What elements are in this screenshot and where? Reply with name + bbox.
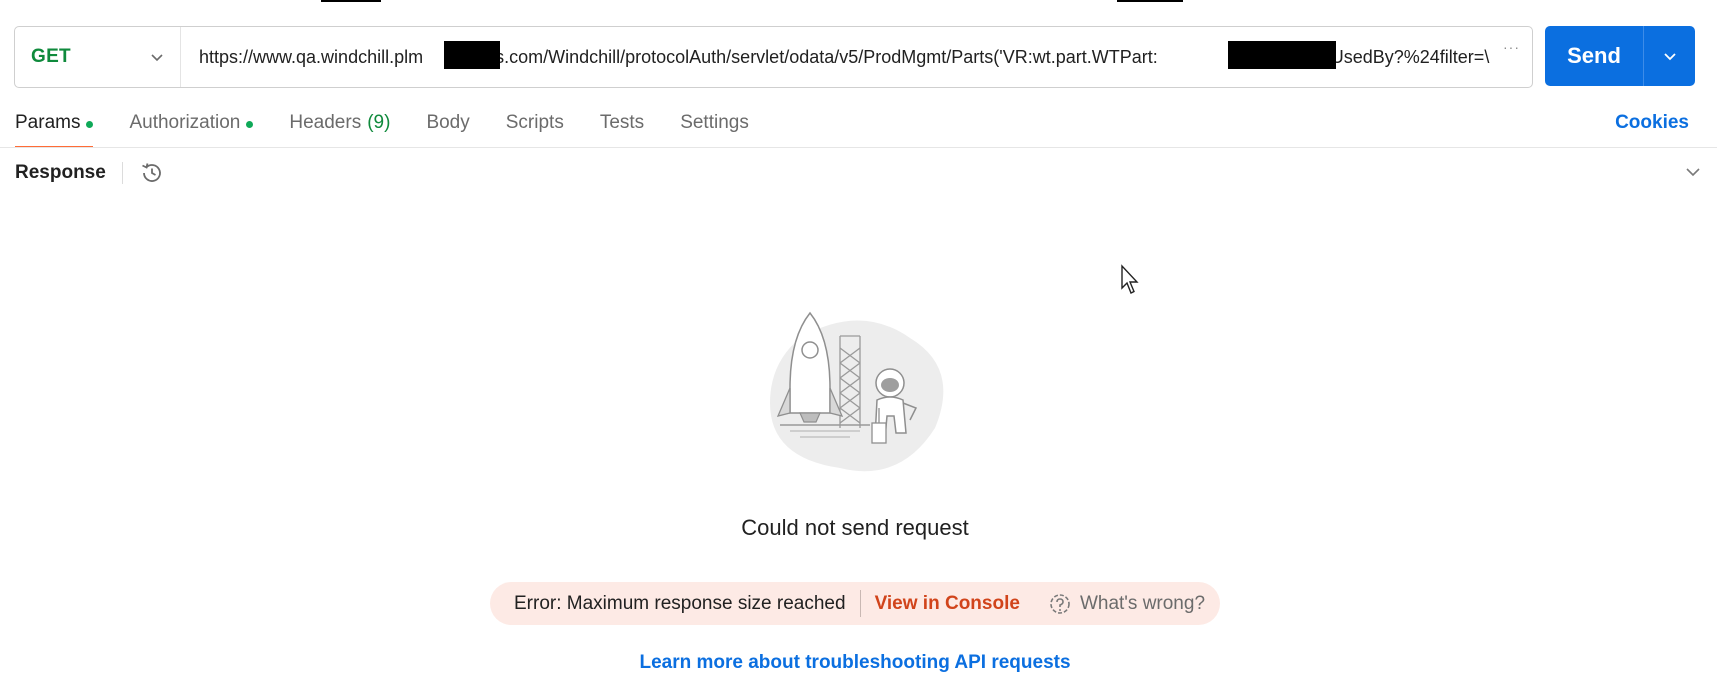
divider [859,590,861,617]
tab-label: Tests [599,112,645,133]
tab-label: Body [426,112,470,133]
whats-wrong-icon [1050,593,1070,614]
whats-wrong-label: What's wrong? [1079,592,1206,614]
url-input[interactable]: https://www.qa.windchill.plm s.com/Windc… [181,27,1532,87]
history-icon[interactable] [139,160,165,186]
whats-wrong-button[interactable]: What's wrong? [1048,592,1205,616]
tab-body[interactable]: Body [426,108,469,148]
tab-tests[interactable]: Tests [600,108,644,148]
tab-scripts[interactable]: Scripts [506,108,564,148]
send-options-button[interactable] [1644,26,1695,86]
rocket-illustration [770,311,944,472]
error-message: Could not send request [741,515,969,540]
status-dot [86,121,94,128]
url-overflow-indicator: ··· [1503,39,1520,55]
status-dot [246,121,254,128]
view-in-console-link[interactable]: View in Console [875,593,1020,615]
response-title: Response [15,162,106,183]
chevron-down-icon [1663,53,1676,61]
headers-count: (9) [367,112,391,133]
send-button[interactable]: Send [1545,26,1644,86]
cookies-link[interactable]: Cookies [1615,112,1689,134]
redaction-mark [1117,0,1183,2]
tab-settings[interactable]: Settings [680,108,749,148]
tab-label: Scripts [505,112,564,133]
redacted-part-id [1228,41,1336,69]
response-header: Response [15,160,165,186]
redaction-mark [321,0,381,2]
redacted-host [444,41,500,69]
tab-authorization[interactable]: Authorization [129,108,254,148]
divider [121,162,123,184]
method-select[interactable]: GET [15,27,181,87]
tab-headers[interactable]: Headers (9) [289,108,390,148]
chevron-down-icon [151,54,163,62]
tab-label: Headers [289,112,362,133]
error-banner: Error: Maximum response size reached Vie… [490,582,1220,625]
troubleshooting-link[interactable]: Learn more about troubleshooting API req… [0,652,1710,674]
tab-params[interactable]: Params [15,108,94,148]
send-button-group: Send [1545,26,1695,86]
mouse-cursor-icon [1121,264,1139,294]
request-tabs: Params Authorization Headers (9) Body Scr… [15,108,1717,148]
method-label: GET [31,46,71,67]
tab-label: Params [15,112,81,133]
tab-label: Settings [680,112,749,133]
error-text: Error: Maximum response size reached [514,592,846,614]
tab-label: Authorization [129,112,241,133]
request-bar: GET https://www.qa.windchill.plm s.com/W… [14,26,1533,88]
collapse-chevron-icon[interactable] [1683,162,1703,182]
divider [0,147,1717,148]
